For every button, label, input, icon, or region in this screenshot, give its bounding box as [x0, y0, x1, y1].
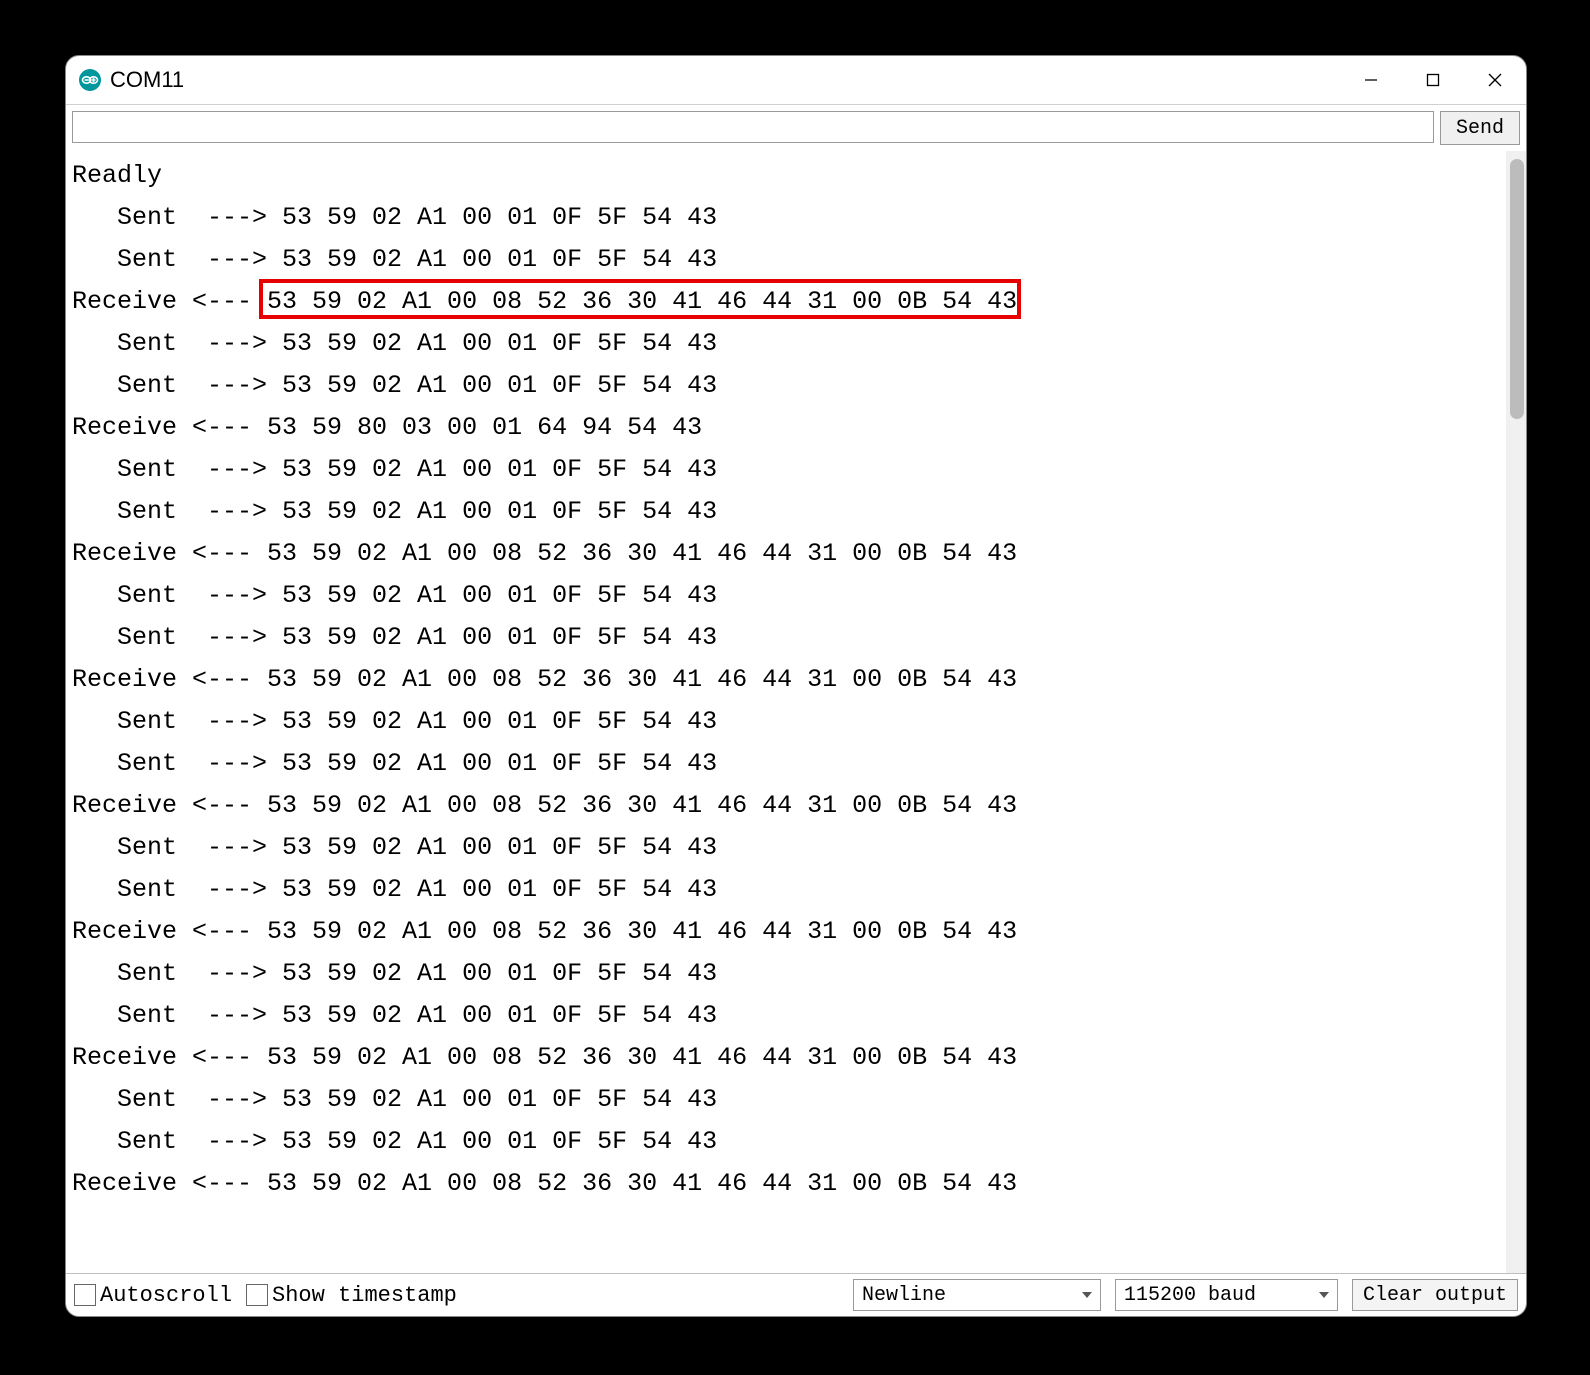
console-line: Sent ---> 53 59 02 A1 00 01 0F 5F 54 43 [68, 743, 1506, 785]
scrollbar-thumb[interactable] [1510, 159, 1524, 419]
checkbox-box-icon [74, 1284, 96, 1306]
minimize-button[interactable] [1340, 56, 1402, 104]
console-line: Receive <--- 53 59 02 A1 00 08 52 36 30 … [68, 659, 1506, 701]
scrollbar-track[interactable] [1506, 151, 1526, 1273]
line-ending-select[interactable]: Newline [853, 1279, 1101, 1311]
titlebar: COM11 [66, 56, 1526, 105]
input-row: Send [66, 105, 1526, 151]
console-line: Sent ---> 53 59 02 A1 00 01 0F 5F 54 43 [68, 995, 1506, 1037]
baud-rate-select[interactable]: 115200 baud [1115, 1279, 1338, 1311]
console-line: Sent ---> 53 59 02 A1 00 01 0F 5F 54 43 [68, 701, 1506, 743]
baud-rate-value: 115200 baud [1124, 1284, 1256, 1307]
serial-input[interactable] [72, 111, 1434, 143]
console-line: Sent ---> 53 59 02 A1 00 01 0F 5F 54 43 [68, 869, 1506, 911]
console-output: Readly Sent ---> 53 59 02 A1 00 01 0F 5F… [66, 151, 1506, 1273]
send-button[interactable]: Send [1440, 111, 1520, 145]
console-line: Receive <--- 53 59 02 A1 00 08 52 36 30 … [68, 1037, 1506, 1079]
checkbox-box-icon [246, 1284, 268, 1306]
console-line: Receive <--- 53 59 02 A1 00 08 52 36 30 … [68, 1163, 1506, 1205]
autoscroll-checkbox[interactable]: Autoscroll [74, 1283, 232, 1308]
close-button[interactable] [1464, 56, 1526, 104]
show-timestamp-label: Show timestamp [272, 1283, 457, 1308]
console-line: Receive <--- 53 59 02 A1 00 08 52 36 30 … [68, 911, 1506, 953]
window-title: COM11 [110, 67, 1340, 93]
window-controls [1340, 56, 1526, 104]
console-line: Sent ---> 53 59 02 A1 00 01 0F 5F 54 43 [68, 197, 1506, 239]
serial-monitor-window: COM11 Send Readly Sent ---> 53 59 02 A1 … [65, 55, 1527, 1317]
console-line: Sent ---> 53 59 02 A1 00 01 0F 5F 54 43 [68, 239, 1506, 281]
autoscroll-label: Autoscroll [100, 1283, 232, 1308]
console-line: Receive <--- 53 59 02 A1 00 08 52 36 30 … [68, 785, 1506, 827]
show-timestamp-checkbox[interactable]: Show timestamp [246, 1283, 457, 1308]
console-line: Sent ---> 53 59 02 A1 00 01 0F 5F 54 43 [68, 323, 1506, 365]
console-line: Sent ---> 53 59 02 A1 00 01 0F 5F 54 43 [68, 575, 1506, 617]
console-line: Receive <--- 53 59 80 03 00 01 64 94 54 … [68, 407, 1506, 449]
console-line: Sent ---> 53 59 02 A1 00 01 0F 5F 54 43 [68, 1121, 1506, 1163]
clear-output-button[interactable]: Clear output [1352, 1279, 1518, 1311]
maximize-button[interactable] [1402, 56, 1464, 104]
console-line: Sent ---> 53 59 02 A1 00 01 0F 5F 54 43 [68, 365, 1506, 407]
console-area: Readly Sent ---> 53 59 02 A1 00 01 0F 5F… [66, 151, 1526, 1273]
console-line: Readly [68, 155, 1506, 197]
console-line: Sent ---> 53 59 02 A1 00 01 0F 5F 54 43 [68, 617, 1506, 659]
bottom-bar: Autoscroll Show timestamp Newline 115200… [66, 1273, 1526, 1316]
console-line: Sent ---> 53 59 02 A1 00 01 0F 5F 54 43 [68, 1079, 1506, 1121]
console-line: Sent ---> 53 59 02 A1 00 01 0F 5F 54 43 [68, 953, 1506, 995]
line-ending-value: Newline [862, 1284, 946, 1307]
console-line: Sent ---> 53 59 02 A1 00 01 0F 5F 54 43 [68, 449, 1506, 491]
console-line: Receive <--- 53 59 02 A1 00 08 52 36 30 … [68, 533, 1506, 575]
console-line: Sent ---> 53 59 02 A1 00 01 0F 5F 54 43 [68, 827, 1506, 869]
console-line: Receive <--- 53 59 02 A1 00 08 52 36 30 … [68, 281, 1506, 323]
console-line: Sent ---> 53 59 02 A1 00 01 0F 5F 54 43 [68, 491, 1506, 533]
arduino-icon [78, 68, 102, 92]
